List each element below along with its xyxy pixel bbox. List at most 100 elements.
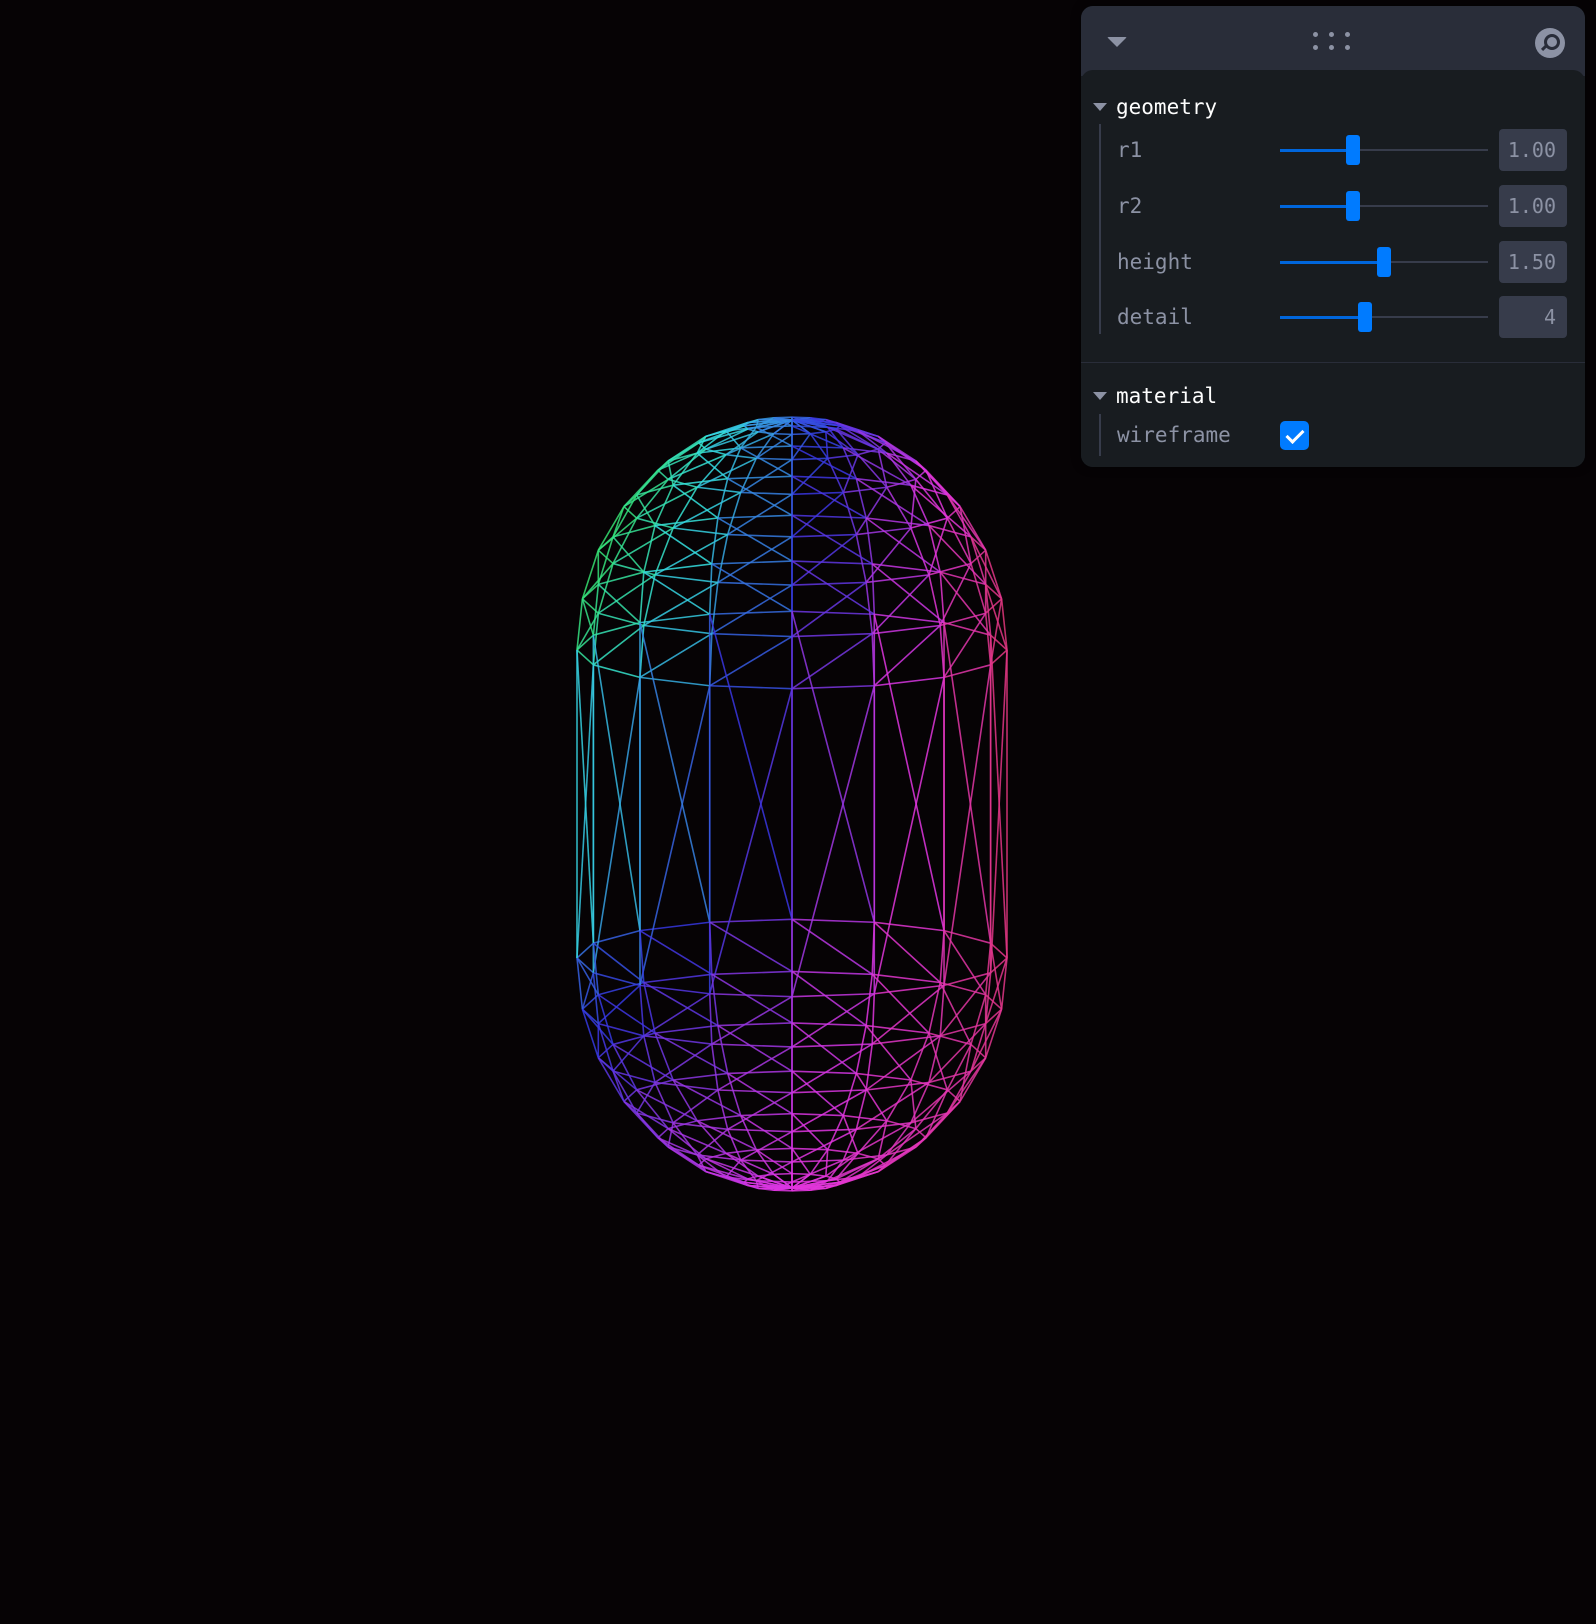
wireframe-edge <box>791 475 857 480</box>
wireframe-edge <box>740 491 793 496</box>
wireframe-edge <box>872 973 941 984</box>
wireframe-edge <box>865 582 874 634</box>
wireframe-edge <box>827 1148 859 1155</box>
wireframe-edge <box>791 457 828 461</box>
wireframe-edge <box>592 635 641 931</box>
wireframe-edge <box>592 624 645 666</box>
slider-thumb[interactable] <box>1345 135 1360 165</box>
wireframe-edge <box>939 985 945 1036</box>
wireframe-edge <box>636 478 669 519</box>
wireframe-edge <box>791 918 873 975</box>
wireframe-edge <box>791 970 867 1027</box>
wireframe-edge <box>673 527 728 536</box>
r1-slider[interactable] <box>1280 135 1488 165</box>
wireframe-edge <box>696 454 727 488</box>
wireframe-edge <box>727 1070 793 1075</box>
wireframe-edge <box>709 992 793 998</box>
height-input[interactable]: 1.50 <box>1499 241 1567 283</box>
wireframe-edge <box>639 929 713 976</box>
wireframe-edge <box>597 574 656 614</box>
wireframe-edge <box>939 572 945 623</box>
wireframe-edge <box>886 452 948 496</box>
search-icon[interactable] <box>1535 28 1565 58</box>
wireframe-edge <box>871 563 876 615</box>
slider-thumb[interactable] <box>1358 302 1373 332</box>
wireframe-edge <box>873 614 945 931</box>
wireframe-edge <box>643 973 712 984</box>
wireframe-edge <box>791 1172 811 1176</box>
wireframe-edge <box>709 918 793 924</box>
wireframe-edge <box>711 996 793 1045</box>
wireframe-edge <box>696 1120 727 1154</box>
detail-input[interactable]: 4 <box>1499 296 1567 338</box>
wireframe-edge <box>623 1089 638 1102</box>
wireframe-edge <box>842 492 858 535</box>
wireframe-edge <box>915 460 961 508</box>
wireframe-edge <box>810 431 826 435</box>
wireframe-edge <box>639 676 710 687</box>
wireframe-edge <box>873 677 945 994</box>
wireframe-edge <box>773 432 793 436</box>
folder-divider <box>1081 362 1585 363</box>
wireframe-edge <box>725 1148 757 1155</box>
folder-material[interactable]: material <box>1093 381 1217 411</box>
wireframe-edge <box>791 533 857 586</box>
wireframe-edge <box>654 1032 674 1081</box>
control-label: detail <box>1117 305 1193 329</box>
control-row-detail: detail 4 <box>1117 296 1567 338</box>
folder-geometry[interactable]: geometry <box>1093 92 1217 122</box>
wireframe-edge <box>708 563 713 615</box>
r2-input[interactable]: 1.00 <box>1499 185 1567 227</box>
height-slider[interactable] <box>1280 247 1488 277</box>
wireframe-edge <box>865 974 874 1026</box>
wireframe-edge <box>576 664 595 959</box>
wireframe-edge <box>639 572 645 623</box>
wireframe-edge <box>643 1035 656 1083</box>
wireframe-edge <box>717 478 729 519</box>
wireframe-checkbox[interactable] <box>1280 421 1309 450</box>
wireframe-edge <box>791 684 875 690</box>
wireframe-edge <box>755 426 793 447</box>
wireframe-edge <box>943 621 991 636</box>
slider-thumb[interactable] <box>1377 247 1391 277</box>
folder-indent-line <box>1099 414 1101 456</box>
wireframe-edge <box>727 475 793 480</box>
wireframe-edge <box>791 1022 857 1075</box>
chevron-down-icon[interactable] <box>1107 37 1127 47</box>
wireframe-edge <box>711 632 793 638</box>
wireframe-edge <box>717 1046 793 1091</box>
wireframe-edge <box>866 1024 930 1034</box>
slider-thumb[interactable] <box>1345 191 1360 221</box>
wireframe-edge <box>654 574 718 584</box>
wireframe-edge <box>727 477 793 517</box>
wireframe-edge <box>727 1072 793 1115</box>
wireframe-edge <box>598 571 644 586</box>
wireframe-edge <box>791 581 867 638</box>
wireframe-edge <box>872 624 941 635</box>
r1-input[interactable]: 1.00 <box>1499 129 1567 171</box>
wireframe-edge <box>825 1149 829 1177</box>
wireframe-edge <box>717 1022 793 1027</box>
wireframe-edge <box>810 1173 826 1177</box>
wireframe-edge <box>827 453 859 460</box>
wireframe-edge <box>717 534 729 583</box>
wireframe-edge <box>826 457 845 493</box>
drag-handle-icon[interactable] <box>1313 32 1353 54</box>
wireframe-edge <box>717 1025 729 1074</box>
control-row-height: height 1.50 <box>1117 241 1567 283</box>
control-row-r1: r1 1.00 <box>1117 129 1567 171</box>
wireframe-edge <box>717 1089 729 1130</box>
wireframe-edge <box>592 942 645 984</box>
r2-slider[interactable] <box>1280 191 1488 221</box>
wireframe-edge <box>711 973 793 1024</box>
detail-slider[interactable] <box>1280 302 1488 332</box>
wireframe-edge <box>612 562 656 576</box>
wireframe-edge <box>643 1035 712 1045</box>
wireframe-edge <box>697 486 741 494</box>
wireframe-edge <box>865 1025 912 1081</box>
wireframe-edge <box>639 921 710 932</box>
wireframe-edge <box>667 448 707 481</box>
wireframe-edge <box>791 611 876 923</box>
wireframe-edge <box>657 1137 700 1166</box>
wireframe-edge <box>576 942 594 959</box>
